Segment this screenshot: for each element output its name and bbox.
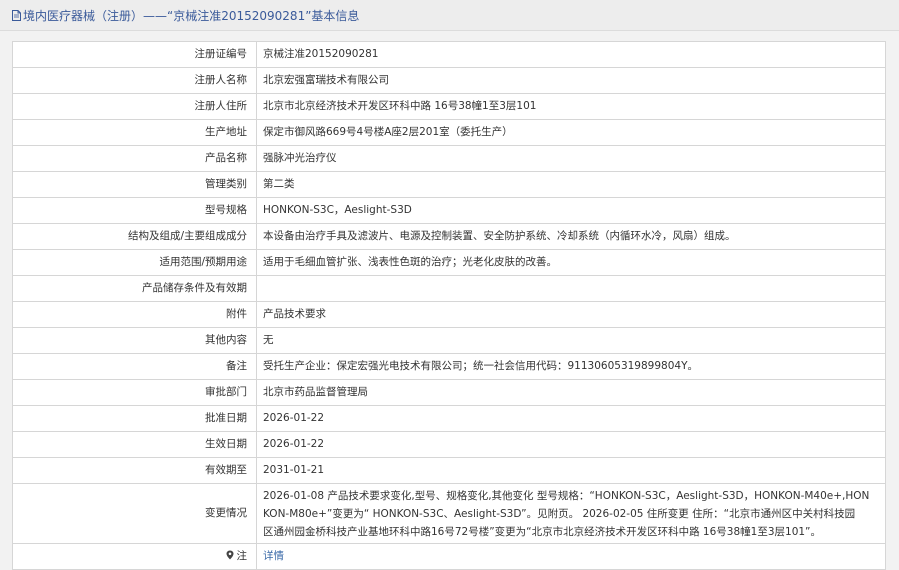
row-value	[256, 275, 886, 302]
row-label: 注册人名称	[12, 67, 257, 94]
row-value: 受托生产企业：保定宏强光电技术有限公司；统一社会信用代码：91130605319…	[256, 353, 886, 380]
row-label: 管理类别	[12, 171, 257, 198]
table-row: 注册人住所 北京市北京经济技术开发区环科中路 16号38幢1至3层101	[12, 93, 886, 120]
row-value: 北京市药品监督管理局	[256, 379, 886, 406]
details-link[interactable]: 详情	[263, 550, 284, 562]
row-value: 适用于毛细血管扩张、浅表性色斑的治疗；光老化皮肤的改善。	[256, 249, 886, 276]
table-row: 生产地址 保定市御风路669号4号楼A座2层201室（委托生产）	[12, 119, 886, 146]
row-label: 生效日期	[12, 431, 257, 458]
page-title: 境内医疗器械（注册）——“京械注准20152090281”基本信息	[23, 8, 360, 23]
table-row: 附件 产品技术要求	[12, 301, 886, 328]
row-value: 2031-01-21	[256, 457, 886, 484]
row-label: 注册人住所	[12, 93, 257, 120]
change-line: KON-M80e+”变更为“ HONKON-S3C、Aeslight-S3D”。…	[263, 507, 856, 520]
row-label: 其他内容	[12, 327, 257, 354]
row-value: 第二类	[256, 171, 886, 198]
row-value: 保定市御风路669号4号楼A座2层201室（委托生产）	[256, 119, 886, 146]
table-row: 审批部门 北京市药品监督管理局	[12, 379, 886, 406]
table-row: 适用范围/预期用途 适用于毛细血管扩张、浅表性色斑的治疗；光老化皮肤的改善。	[12, 249, 886, 276]
page-title-bar: 境内医疗器械（注册）——“京械注准20152090281”基本信息	[0, 0, 899, 31]
row-label: 结构及组成/主要组成成分	[12, 223, 257, 250]
note-label-cell: 注	[12, 543, 257, 570]
table-row: 其他内容无	[12, 327, 886, 354]
change-line: 2026-01-08 产品技术要求变化,型号、规格变化,其他变化 型号规格：“H…	[263, 489, 870, 502]
row-label: 批准日期	[12, 405, 257, 432]
row-label: 生产地址	[12, 119, 257, 146]
row-value: 2026-01-22	[256, 405, 886, 432]
note-value: 详情	[256, 543, 886, 570]
document-icon	[12, 9, 21, 21]
row-value: HONKON-S3C，Aeslight-S3D	[256, 197, 886, 224]
table-row: 产品名称 强脉冲光治疗仪	[12, 145, 886, 172]
row-value: 2026-01-22	[256, 431, 886, 458]
row-value: 北京市北京经济技术开发区环科中路 16号38幢1至3层101	[256, 93, 886, 120]
row-value: 京械注准20152090281	[256, 41, 886, 68]
row-value: 强脉冲光治疗仪	[256, 145, 886, 172]
row-label: 有效期至	[12, 457, 257, 484]
table-row: 备注 受托生产企业：保定宏强光电技术有限公司；统一社会信用代码：911306053…	[12, 353, 886, 380]
content-area: 注册证编号 京械注准20152090281 注册人名称 北京宏强富瑞技术有限公司 注…	[0, 31, 899, 570]
table-row: 生效日期 2026-01-22	[12, 431, 886, 458]
table-row: 有效期至 2031-01-21	[12, 457, 886, 484]
row-label: 变更情况	[12, 483, 257, 544]
table-row: 批准日期 2026-01-22	[12, 405, 886, 432]
row-label: 审批部门	[12, 379, 257, 406]
location-pin-icon	[226, 550, 233, 560]
table-row: 产品储存条件及有效期	[12, 275, 886, 302]
row-value: 北京宏强富瑞技术有限公司	[256, 67, 886, 94]
table-row: 注册证编号 京械注准20152090281	[12, 41, 886, 68]
note-label: 注	[236, 550, 248, 562]
device-info-table: 注册证编号 京械注准20152090281 注册人名称 北京宏强富瑞技术有限公司 注…	[12, 41, 886, 570]
row-label: 备注	[12, 353, 257, 380]
change-line: 区通州园金桥科技产业基地环科中路16号72号楼”变更为“北京市北京经济技术开发区…	[263, 525, 822, 538]
row-label: 产品名称	[12, 145, 257, 172]
row-label: 型号规格	[12, 197, 257, 224]
row-label: 适用范围/预期用途	[12, 249, 257, 276]
table-row: 注册人名称 北京宏强富瑞技术有限公司	[12, 67, 886, 94]
change-history-value: 2026-01-08 产品技术要求变化,型号、规格变化,其他变化 型号规格：“H…	[256, 483, 886, 544]
row-value: 本设备由治疗手具及滤波片、电源及控制装置、安全防护系统、冷却系统（内循环水冷，风…	[256, 223, 886, 250]
row-label: 注册证编号	[12, 41, 257, 68]
table-row: 型号规格 HONKON-S3C，Aeslight-S3D	[12, 197, 886, 224]
note-row: 注 详情	[12, 543, 886, 570]
change-history-row: 变更情况 2026-01-08 产品技术要求变化,型号、规格变化,其他变化 型号…	[12, 483, 886, 544]
row-value: 无	[256, 327, 886, 354]
table-row: 管理类别 第二类	[12, 171, 886, 198]
row-value: 产品技术要求	[256, 301, 886, 328]
row-label: 产品储存条件及有效期	[12, 275, 257, 302]
row-label: 附件	[12, 301, 257, 328]
table-row: 结构及组成/主要组成成分 本设备由治疗手具及滤波片、电源及控制装置、安全防护系统、…	[12, 223, 886, 250]
